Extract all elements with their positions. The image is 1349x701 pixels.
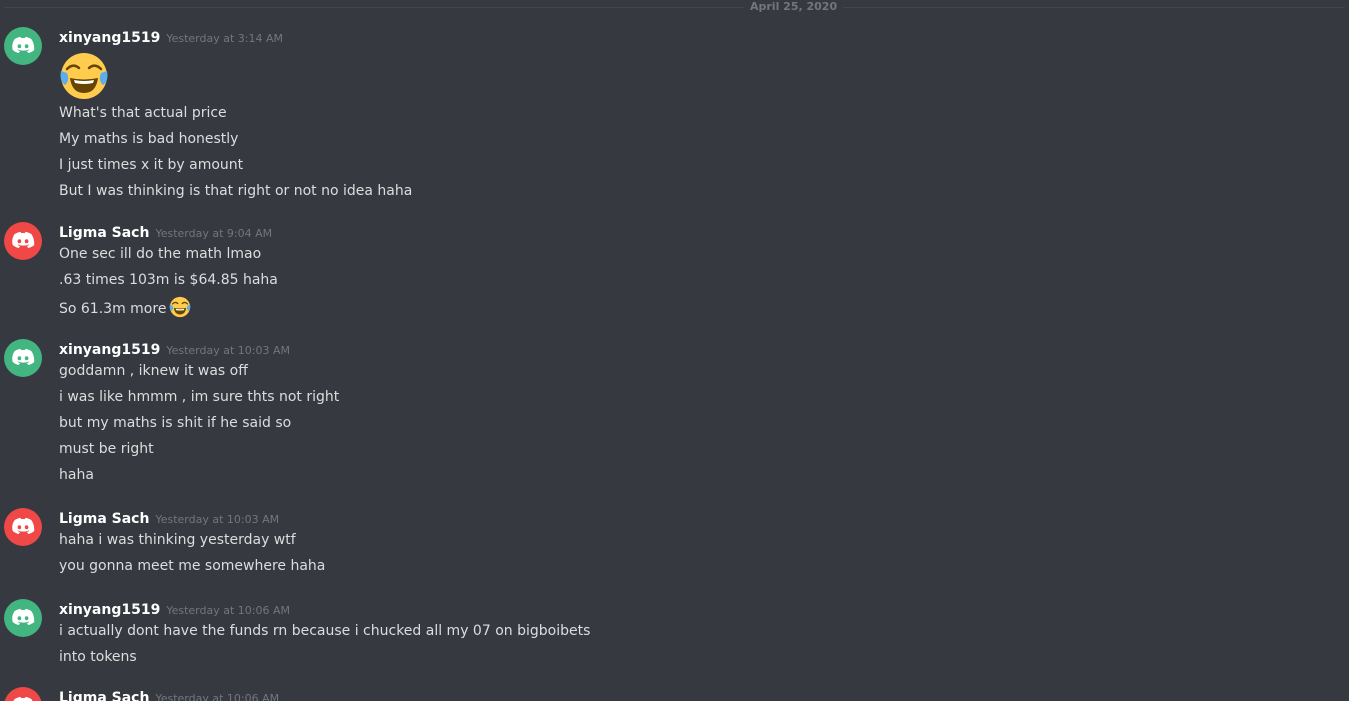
message-line: What's that actual price (59, 105, 227, 121)
message-line: haha (59, 467, 94, 483)
message-timestamp[interactable]: Yesterday at 10:03 AM (155, 513, 279, 526)
message-line: My maths is bad honestly (59, 131, 239, 147)
message-content: i actually dont have the funds rn becaus… (59, 621, 590, 673)
message-line: goddamn , iknew it was off (59, 363, 248, 379)
message-line: but my maths is shit if he said so (59, 415, 292, 431)
date-divider-label: April 25, 2020 (744, 0, 844, 14)
message-line: into tokens (59, 649, 137, 665)
date-divider: April 25, 2020 (4, 0, 1345, 14)
message-timestamp[interactable]: Yesterday at 10:06 AM (155, 692, 279, 701)
discord-logo-icon (12, 348, 35, 365)
message-header: Ligma Sach Yesterday at 10:06 AM (59, 687, 279, 701)
message-line: haha i was thinking yesterday wtf (59, 532, 296, 548)
author-username[interactable]: xinyang1519 (59, 342, 160, 358)
message-line: But I was thinking is that right or not … (59, 183, 413, 199)
discord-logo-icon (12, 231, 35, 248)
joy-emoji-icon[interactable] (169, 296, 191, 324)
discord-logo-icon (12, 36, 35, 53)
avatar[interactable] (4, 339, 42, 377)
message-line: .63 times 103m is $64.85 haha (59, 272, 278, 288)
message-header: xinyang1519 Yesterday at 10:06 AM (59, 599, 290, 621)
discord-logo-icon (12, 517, 35, 534)
avatar[interactable] (4, 27, 42, 65)
message-header: Ligma Sach Yesterday at 10:03 AM (59, 508, 279, 530)
message-header: xinyang1519 Yesterday at 10:03 AM (59, 339, 290, 361)
avatar[interactable] (4, 599, 42, 637)
message-content: What's that actual price My maths is bad… (59, 49, 412, 207)
message-line-text: So 61.3m more (59, 301, 167, 317)
chat-message-list[interactable]: April 25, 2020 xinyang1519 Yesterday at 3… (0, 0, 1349, 701)
author-username[interactable]: Ligma Sach (59, 225, 149, 241)
message-header: xinyang1519 Yesterday at 3:14 AM (59, 27, 283, 49)
message-timestamp[interactable]: Yesterday at 9:04 AM (155, 227, 272, 240)
avatar[interactable] (4, 222, 42, 260)
message-content: One sec ill do the math lmao .63 times 1… (59, 244, 278, 322)
author-username[interactable]: xinyang1519 (59, 602, 160, 618)
message-timestamp[interactable]: Yesterday at 10:06 AM (166, 604, 290, 617)
message-line: you gonna meet me somewhere haha (59, 558, 326, 574)
author-username[interactable]: Ligma Sach (59, 690, 149, 701)
avatar[interactable] (4, 508, 42, 546)
message-line: i was like hmmm , im sure thts not right (59, 389, 340, 405)
message-line: So 61.3m more (59, 296, 278, 322)
message-timestamp[interactable]: Yesterday at 3:14 AM (166, 32, 283, 45)
message-line: One sec ill do the math lmao (59, 246, 262, 262)
message-line: I just times x it by amount (59, 157, 244, 173)
message-content: haha i was thinking yesterday wtf you go… (59, 530, 325, 582)
author-username[interactable]: Ligma Sach (59, 511, 149, 527)
discord-logo-icon (12, 608, 35, 625)
joy-emoji-icon[interactable] (59, 51, 109, 101)
message-content: goddamn , iknew it was off i was like hm… (59, 361, 339, 491)
message-timestamp[interactable]: Yesterday at 10:03 AM (166, 344, 290, 357)
discord-logo-icon (13, 696, 33, 701)
message-header: Ligma Sach Yesterday at 9:04 AM (59, 222, 272, 244)
message-line: i actually dont have the funds rn becaus… (59, 623, 591, 639)
author-username[interactable]: xinyang1519 (59, 30, 160, 46)
avatar[interactable] (4, 687, 42, 701)
message-line: must be right (59, 441, 154, 457)
